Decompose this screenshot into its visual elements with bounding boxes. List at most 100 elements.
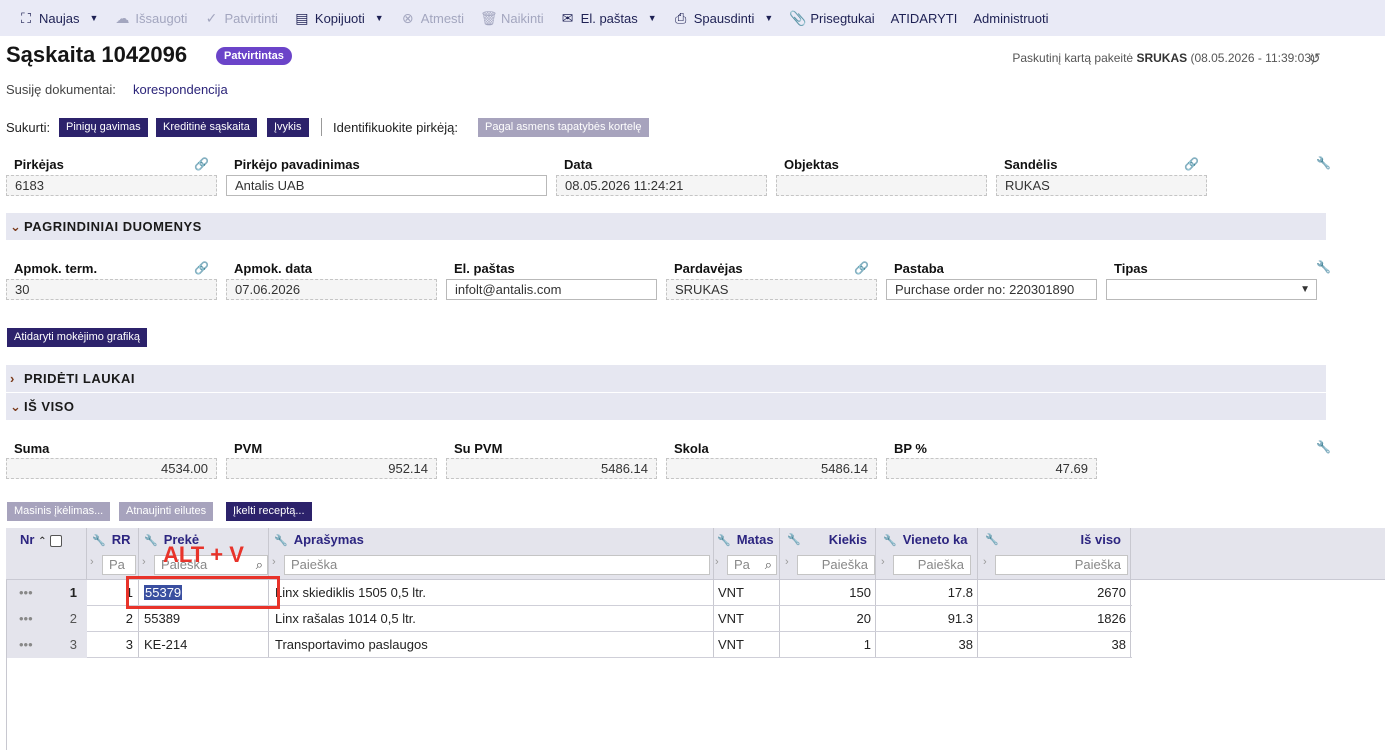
row-menu-icon[interactable]: •••: [19, 632, 33, 658]
link-icon[interactable]: 🔗: [1184, 157, 1199, 171]
column-rr[interactable]: 🔧 RR: [92, 528, 130, 552]
checkmark-icon: ✓: [205, 9, 218, 26]
unit-price-cell[interactable]: 38: [881, 632, 973, 658]
create-payment-button[interactable]: Pinigų gavimas: [59, 118, 148, 137]
object-label: Objektas: [784, 157, 839, 172]
sum-label: Suma: [14, 441, 50, 456]
column-total[interactable]: 🔧 Iš viso: [985, 528, 1121, 552]
date-field[interactable]: 08.05.2026 11:24:21: [556, 175, 767, 196]
rr-cell[interactable]: 3: [89, 632, 133, 658]
shortcut-annotation: ALT + V: [163, 542, 244, 567]
refresh-rows-button[interactable]: Atnaujinti eilutes: [119, 502, 214, 521]
row-menu-icon[interactable]: •••: [19, 606, 33, 632]
cloud-upload-icon: ☁: [115, 9, 130, 26]
bulk-import-button[interactable]: Masinis įkėlimas...: [7, 502, 111, 521]
link-icon[interactable]: 🔗: [194, 157, 209, 171]
email-button[interactable]: ✉ El. paštas ▼: [552, 0, 665, 36]
administer-button[interactable]: Administruoti: [965, 0, 1056, 36]
description-cell[interactable]: Linx rašalas 1014 0,5 ltr.: [275, 606, 416, 632]
unit-price-search-input[interactable]: Paieška: [893, 555, 971, 575]
create-credit-invoice-button[interactable]: Kreditinė sąskaita: [156, 118, 257, 137]
section-main-data[interactable]: ⌄ PAGRINDINIAI DUOMENYS: [6, 213, 1326, 240]
last-modified: Paskutinį kartą pakeitė SRUKAS (08.05.20…: [1012, 51, 1315, 65]
paperclip-icon: 📎: [789, 9, 807, 26]
delete-button[interactable]: 🗑 Naikinti: [472, 0, 552, 36]
save-button[interactable]: ☁ Išsaugoti: [106, 0, 195, 36]
rr-search-input[interactable]: Pa: [102, 555, 136, 575]
unit-cell[interactable]: VNT: [718, 580, 744, 606]
column-description[interactable]: 🔧 Aprašymas: [274, 528, 364, 552]
row-header: ••• 1: [7, 580, 87, 606]
page-title: Sąskaita 1042096: [6, 42, 188, 67]
unit-price-cell[interactable]: 91.3: [881, 606, 973, 632]
description-search-input[interactable]: Paieška: [284, 555, 710, 575]
quantity-cell[interactable]: 1: [785, 632, 871, 658]
link-icon[interactable]: 🔗: [194, 261, 209, 275]
select-all-checkbox[interactable]: [50, 534, 63, 547]
rr-cell[interactable]: 2: [89, 606, 133, 632]
column-unit-price[interactable]: 🔧 Vieneto ka: [883, 528, 968, 552]
section-added-fields[interactable]: › PRIDĖTI LAUKAI: [6, 365, 1326, 392]
note-field[interactable]: Purchase order no: 220301890: [886, 279, 1097, 300]
unit-cell[interactable]: VNT: [718, 632, 744, 658]
payment-date-label: Apmok. data: [234, 261, 313, 276]
warehouse-field[interactable]: RUKAS: [996, 175, 1207, 196]
import-recipe-button[interactable]: Įkelti receptą...: [226, 502, 312, 521]
table-row[interactable]: ••• 3 3 KE-214 Transportavimo paslaugos …: [7, 632, 1132, 658]
chevron-down-icon[interactable]: ▼: [89, 13, 98, 23]
quantity-search-input[interactable]: Paieška: [797, 555, 875, 575]
confirm-button[interactable]: ✓ Patvirtinti: [195, 0, 285, 36]
email-field[interactable]: infolt@antalis.com: [446, 279, 657, 300]
seller-field[interactable]: SRUKAS: [666, 279, 877, 300]
note-label: Pastaba: [894, 261, 944, 276]
item-cell[interactable]: 55389: [144, 606, 180, 632]
wrench-icon[interactable]: 🔧: [1316, 440, 1331, 454]
quantity-cell[interactable]: 20: [785, 606, 871, 632]
identify-by-id-card-button[interactable]: Pagal asmens tapatybės kortelę: [478, 118, 649, 137]
create-event-button[interactable]: Įvykis: [267, 118, 309, 137]
table-row[interactable]: ••• 2 2 55389 Linx rašalas 1014 0,5 ltr.…: [7, 606, 1132, 632]
print-button[interactable]: ⎙ Spausdinti ▼: [665, 0, 782, 36]
column-nr[interactable]: Nr ⌃: [20, 528, 63, 552]
type-label: Tipas: [1114, 261, 1148, 276]
open-button[interactable]: ATIDARYTI: [883, 0, 966, 36]
wrench-icon[interactable]: 🔧: [1316, 156, 1331, 170]
object-field[interactable]: [776, 175, 987, 196]
chevron-down-icon[interactable]: ▼: [648, 13, 657, 23]
unit-cell[interactable]: VNT: [718, 606, 744, 632]
wrench-icon[interactable]: 🔧: [1316, 260, 1331, 274]
type-select[interactable]: ▼: [1106, 279, 1317, 300]
new-button[interactable]: ⛶ Naujas ▼: [10, 0, 106, 36]
row-menu-icon[interactable]: •••: [19, 580, 33, 606]
buyer-field[interactable]: 6183: [6, 175, 217, 196]
chevron-down-icon[interactable]: ▼: [764, 13, 773, 23]
link-icon[interactable]: 🔗: [854, 261, 869, 275]
warehouse-label: Sandėlis: [1004, 157, 1058, 172]
wrench-icon: 🔧: [787, 534, 801, 546]
column-unit[interactable]: 🔧 Matas: [717, 528, 774, 552]
chevron-down-icon[interactable]: ▼: [375, 13, 384, 23]
payment-term-field[interactable]: 30: [6, 279, 217, 300]
unit-price-cell[interactable]: 17.8: [881, 580, 973, 606]
column-quantity[interactable]: 🔧 Kiekis: [787, 528, 867, 552]
buyer-name-field[interactable]: Antalis UAB: [226, 175, 547, 196]
total-search-input[interactable]: Paieška: [995, 555, 1128, 575]
description-cell[interactable]: Linx skiediklis 1505 0,5 ltr.: [275, 580, 426, 606]
chevron-down-icon: ⌄: [10, 219, 22, 234]
description-cell[interactable]: Transportavimo paslaugos: [275, 632, 428, 658]
related-documents-link[interactable]: korespondencija: [133, 82, 228, 97]
payment-date-field[interactable]: 07.06.2026: [226, 279, 437, 300]
attachments-button[interactable]: 📎 Prisegtukai: [781, 0, 882, 36]
copy-button[interactable]: ▤ Kopijuoti ▼: [286, 0, 392, 36]
section-total[interactable]: ⌄ IŠ VISO: [6, 393, 1326, 420]
new-document-icon: ⛶: [21, 9, 31, 26]
quantity-cell[interactable]: 150: [785, 580, 871, 606]
wrench-icon: 🔧: [144, 535, 158, 547]
unit-search-input[interactable]: Pa ⌕: [727, 555, 777, 575]
history-icon[interactable]: ↺: [1309, 50, 1321, 67]
date-label: Data: [564, 157, 593, 172]
reject-button[interactable]: ⊗ Atmesti: [392, 0, 472, 36]
item-cell[interactable]: KE-214: [144, 632, 187, 658]
filter-arrow-icon: ›: [272, 556, 276, 568]
open-payment-schedule-button[interactable]: Atidaryti mokėjimo grafiką: [7, 328, 147, 347]
